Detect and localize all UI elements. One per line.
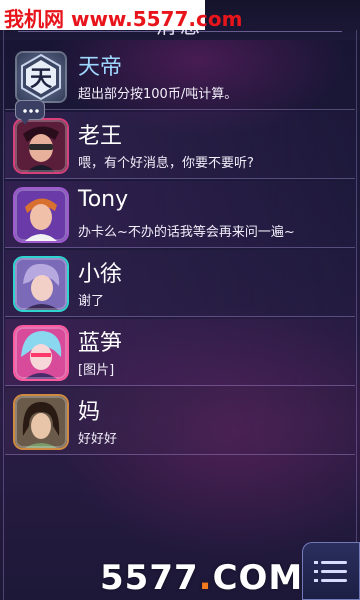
watermark-bottom: 5577.COM <box>100 558 304 598</box>
contact-row-tiandi[interactable]: 天 天帝 超出部分按100币/吨计算。 <box>5 43 355 110</box>
contact-name: Tony <box>78 187 129 212</box>
contact-message: 好好好 <box>78 432 118 447</box>
xiaoxu-avatar <box>15 258 67 310</box>
svg-text:天: 天 <box>30 67 53 92</box>
contact-name: 天帝 <box>78 55 123 80</box>
contact-message: 谢了 <box>78 294 105 309</box>
tiandi-logo-icon: 天 <box>15 51 67 103</box>
contact-row-xiaoxu[interactable]: 小徐 谢了 <box>5 250 355 317</box>
menu-button[interactable] <box>302 542 360 600</box>
contact-row-lansun[interactable]: 蓝笋 [图片] <box>5 319 355 386</box>
contact-message: [图片] <box>78 363 115 378</box>
watermark-top: 我机网 www.5577.com <box>0 0 242 31</box>
contact-name: 老王 <box>78 124 123 149</box>
mom-avatar <box>15 396 67 448</box>
tony-avatar <box>15 189 67 241</box>
laowang-avatar <box>15 120 67 172</box>
contact-message: 办卡么~不办的话我等会再来问一遍~ <box>78 225 295 240</box>
contact-name: 妈 <box>78 400 101 425</box>
unread-message-icon <box>15 100 45 125</box>
contact-message: 超出部分按100币/吨计算。 <box>78 87 238 102</box>
contact-name: 蓝笋 <box>78 331 123 356</box>
contact-message: 喂，有个好消息，你要不要听? <box>78 156 254 171</box>
watermark-top-text: 我机网 www.5577.com <box>4 7 243 31</box>
contact-row-laowang[interactable]: 老王 喂，有个好消息，你要不要听? <box>5 100 355 179</box>
contact-row-tony[interactable]: Tony 办卡么~不办的话我等会再来问一遍~ <box>5 181 355 248</box>
lansun-avatar <box>15 327 67 379</box>
contact-row-mom[interactable]: 妈 好好好 <box>5 388 355 455</box>
contact-name: 小徐 <box>78 262 123 287</box>
